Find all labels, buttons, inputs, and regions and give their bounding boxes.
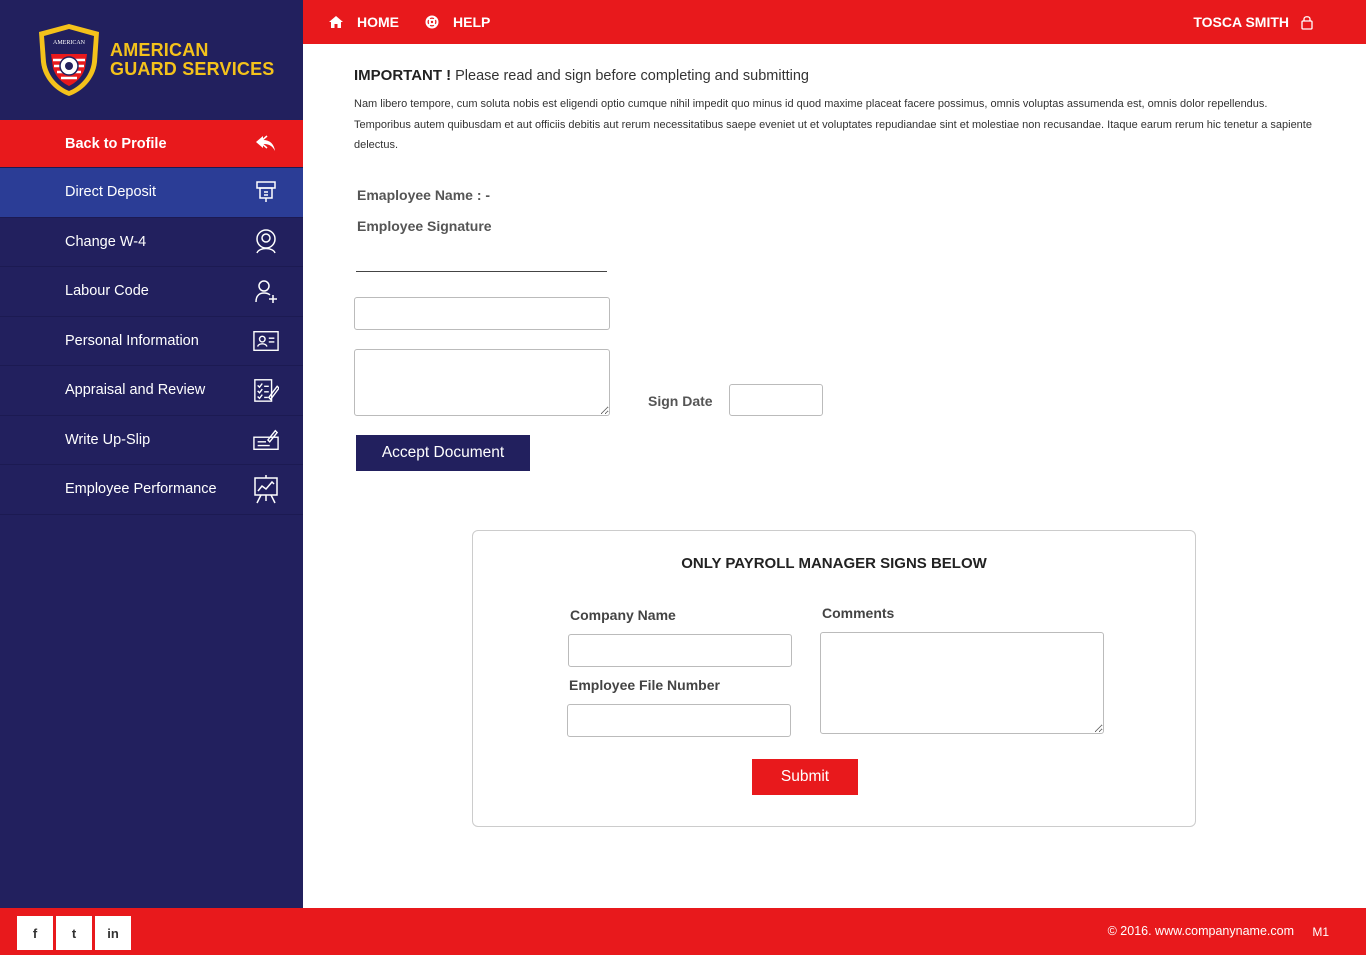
help-label: HELP	[453, 14, 491, 30]
sidebar-item-label: Direct Deposit	[65, 184, 157, 201]
twitter-icon[interactable]: t	[56, 916, 92, 950]
home-icon	[329, 16, 343, 28]
user-add-icon	[253, 278, 279, 304]
write-slip-icon	[253, 427, 279, 453]
notice-paragraph: Nam libero tempore, cum soluta nobis est…	[354, 98, 1312, 151]
employee-file-number-input[interactable]	[567, 704, 791, 737]
help-lifebuoy-icon	[425, 15, 439, 29]
signature-line[interactable]	[356, 271, 607, 272]
payroll-title: ONLY PAYROLL MANAGER SIGNS BELOW	[681, 555, 987, 572]
employee-file-number-label: Employee File Number	[569, 677, 720, 693]
deposit-icon	[253, 179, 279, 205]
accept-document-button[interactable]: Accept Document	[356, 435, 530, 471]
signature-textarea[interactable]	[354, 349, 610, 416]
help-link[interactable]: HELP	[425, 14, 490, 30]
user-name: TOSCA SMITH	[1193, 14, 1289, 30]
shield-logo-icon: AMERICAN	[39, 24, 99, 96]
sidebar-item-direct-deposit[interactable]: Direct Deposit	[0, 168, 303, 218]
sidebar-item-employee-performance[interactable]: Employee Performance	[0, 465, 303, 515]
footer: f t in © 2016. www.companyname.com M1	[0, 908, 1366, 955]
sign-date-label: Sign Date	[648, 393, 713, 409]
comments-label: Comments	[822, 605, 895, 621]
payroll-manager-section: ONLY PAYROLL MANAGER SIGNS BELOW Company…	[472, 530, 1196, 827]
company-name-label: Company Name	[570, 607, 676, 623]
sidebar: AMERICAN AMERICAN GUARD SERVICES Back to…	[0, 0, 303, 908]
sidebar-item-write-up-slip[interactable]: Write Up-Slip	[0, 416, 303, 465]
company-name-input[interactable]	[568, 634, 792, 667]
sidebar-nav: Back to Profile Direct Deposit Change W-…	[0, 120, 303, 515]
version-label: M1	[1312, 925, 1329, 939]
important-text: Please read and sign before completing a…	[455, 68, 809, 84]
important-notice: IMPORTANT ! Please read and sign before …	[354, 67, 1314, 84]
presentation-icon	[253, 475, 279, 504]
sidebar-item-label: Employee Performance	[65, 481, 217, 498]
home-label: HOME	[357, 14, 399, 30]
sign-date-input[interactable]	[729, 384, 823, 416]
brand-line-2: GUARD SERVICES	[110, 59, 275, 79]
sidebar-item-label: Appraisal and Review	[65, 382, 206, 399]
id-card-icon	[253, 328, 279, 354]
brand-name: AMERICAN GUARD SERVICES	[110, 41, 275, 79]
user-menu[interactable]: TOSCA SMITH	[1193, 14, 1313, 30]
svg-text:AMERICAN: AMERICAN	[53, 40, 86, 46]
top-bar: HOME HELP TOSCA SMITH	[303, 0, 1366, 44]
sidebar-item-back-to-profile[interactable]: Back to Profile	[0, 120, 303, 168]
employee-signature-label: Employee Signature	[357, 218, 492, 234]
brand-line-1: AMERICAN	[110, 40, 209, 60]
checklist-icon	[253, 377, 279, 403]
facebook-icon[interactable]: f	[17, 916, 53, 950]
lock-icon	[1301, 15, 1313, 30]
sidebar-item-label: Write Up-Slip	[65, 431, 151, 448]
comments-textarea[interactable]	[820, 632, 1104, 734]
sidebar-item-label: Labour Code	[65, 283, 149, 300]
employee-name-label: Emaployee Name : -	[357, 187, 491, 203]
submit-button[interactable]: Submit	[752, 759, 858, 795]
signature-name-input[interactable]	[354, 297, 610, 330]
linkedin-icon[interactable]: in	[95, 916, 131, 950]
reply-icon	[253, 131, 279, 157]
sidebar-item-appraisal-and-review[interactable]: Appraisal and Review	[0, 366, 303, 416]
sidebar-item-personal-information[interactable]: Personal Information	[0, 317, 303, 366]
sidebar-item-label: Change W-4	[65, 233, 147, 250]
brand[interactable]: AMERICAN AMERICAN GUARD SERVICES	[0, 0, 303, 120]
user-outline-icon	[253, 229, 279, 255]
sidebar-item-change-w4[interactable]: Change W-4	[0, 218, 303, 267]
sidebar-item-labour-code[interactable]: Labour Code	[0, 267, 303, 317]
home-link[interactable]: HOME	[329, 14, 399, 30]
important-mark: !	[446, 67, 452, 84]
sidebar-item-label: Personal Information	[65, 332, 199, 349]
important-label: IMPORTANT	[354, 67, 443, 84]
main-content: IMPORTANT ! Please read and sign before …	[354, 44, 1314, 471]
sidebar-item-label: Back to Profile	[65, 135, 167, 152]
copyright-text: © 2016. www.companyname.com	[1107, 924, 1294, 938]
